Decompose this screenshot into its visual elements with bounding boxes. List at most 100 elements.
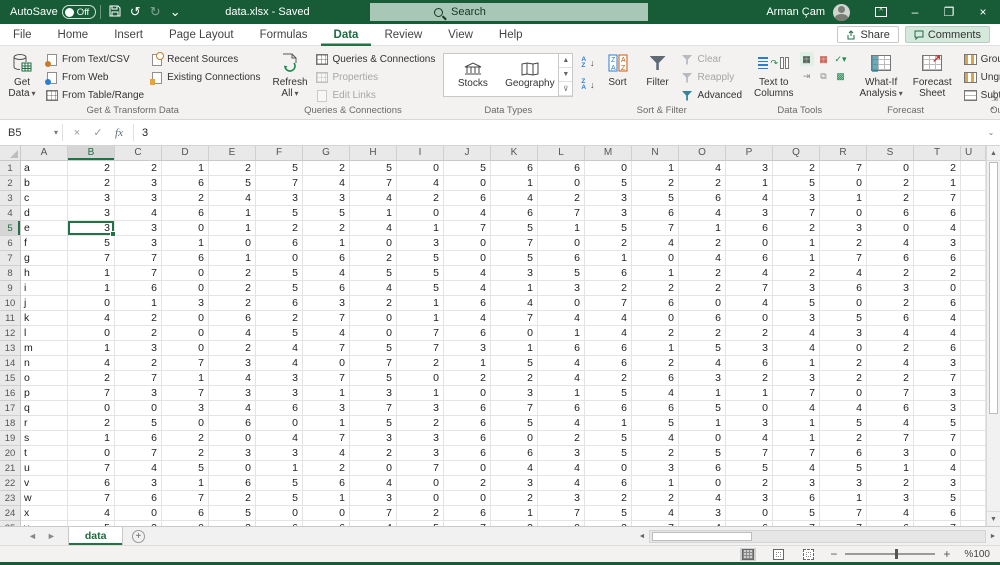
cell-S16[interactable]: 7: [867, 386, 914, 401]
cell-I7[interactable]: 5: [397, 251, 444, 266]
cell-D3[interactable]: 2: [162, 191, 209, 206]
zoom-slider-thumb[interactable]: [894, 549, 898, 559]
cell-C14[interactable]: 2: [115, 356, 162, 371]
name-box[interactable]: B5 ▾: [0, 120, 62, 145]
cell-B3[interactable]: 3: [68, 191, 115, 206]
new-sheet-button[interactable]: +: [123, 527, 153, 545]
cell-C15[interactable]: 7: [115, 371, 162, 386]
manage-data-model-icon[interactable]: ▩: [834, 69, 848, 83]
cell-A24[interactable]: x: [21, 506, 68, 521]
cell-D12[interactable]: 0: [162, 326, 209, 341]
cell-J17[interactable]: 6: [444, 401, 491, 416]
cell-R11[interactable]: 5: [820, 311, 867, 326]
cell-Q12[interactable]: 4: [773, 326, 820, 341]
cell-N8[interactable]: 1: [632, 266, 679, 281]
expand-formula-bar-icon[interactable]: ⌄: [982, 120, 1000, 145]
cell-R12[interactable]: 3: [820, 326, 867, 341]
cell-G16[interactable]: 1: [303, 386, 350, 401]
cell-Q19[interactable]: 1: [773, 431, 820, 446]
cell-P2[interactable]: 1: [726, 176, 773, 191]
cell-U5[interactable]: [961, 221, 986, 236]
cell-S18[interactable]: 4: [867, 416, 914, 431]
recent-sources-button[interactable]: Recent Sources: [148, 51, 262, 68]
cell-U7[interactable]: [961, 251, 986, 266]
cell-F19[interactable]: 4: [256, 431, 303, 446]
cell-K3[interactable]: 4: [491, 191, 538, 206]
cell-D7[interactable]: 6: [162, 251, 209, 266]
column-header-L[interactable]: L: [538, 146, 585, 161]
restore-icon[interactable]: ❐: [932, 0, 966, 24]
cell-F21[interactable]: 1: [256, 461, 303, 476]
row-header-16[interactable]: 16: [0, 386, 21, 401]
cell-C7[interactable]: 7: [115, 251, 162, 266]
cell-J3[interactable]: 6: [444, 191, 491, 206]
cell-S17[interactable]: 6: [867, 401, 914, 416]
cell-G22[interactable]: 6: [303, 476, 350, 491]
cell-G24[interactable]: 0: [303, 506, 350, 521]
cell-O10[interactable]: 0: [679, 296, 726, 311]
cell-L9[interactable]: 3: [538, 281, 585, 296]
cell-E24[interactable]: 5: [209, 506, 256, 521]
cell-F14[interactable]: 4: [256, 356, 303, 371]
cell-K14[interactable]: 5: [491, 356, 538, 371]
cell-D18[interactable]: 0: [162, 416, 209, 431]
cell-L2[interactable]: 0: [538, 176, 585, 191]
cell-Q14[interactable]: 1: [773, 356, 820, 371]
cell-R23[interactable]: 1: [820, 491, 867, 506]
cell-K8[interactable]: 3: [491, 266, 538, 281]
row-header-20[interactable]: 20: [0, 446, 21, 461]
cell-E19[interactable]: 0: [209, 431, 256, 446]
normal-view-button[interactable]: [740, 547, 757, 561]
row-header-13[interactable]: 13: [0, 341, 21, 356]
cell-B13[interactable]: 1: [68, 341, 115, 356]
gallery-more-icon[interactable]: ⊽: [559, 82, 573, 96]
cell-A8[interactable]: h: [21, 266, 68, 281]
cell-H16[interactable]: 3: [350, 386, 397, 401]
cell-T16[interactable]: 3: [914, 386, 961, 401]
geography-button[interactable]: Geography: [501, 54, 558, 96]
user-name[interactable]: Arman Çam: [766, 6, 825, 18]
cell-C5[interactable]: 3: [115, 221, 162, 236]
row-header-1[interactable]: 1: [0, 161, 21, 176]
minimize-icon[interactable]: –: [898, 0, 932, 24]
cell-E1[interactable]: 2: [209, 161, 256, 176]
tab-view[interactable]: View: [435, 24, 486, 46]
what-if-analysis-button[interactable]: What-If Analysis ▾: [856, 49, 907, 101]
cell-S4[interactable]: 6: [867, 206, 914, 221]
cell-U3[interactable]: [961, 191, 986, 206]
cell-B21[interactable]: 7: [68, 461, 115, 476]
cell-A20[interactable]: t: [21, 446, 68, 461]
zoom-level[interactable]: %100: [964, 549, 990, 560]
cell-C13[interactable]: 3: [115, 341, 162, 356]
cell-P3[interactable]: 4: [726, 191, 773, 206]
cell-Q9[interactable]: 3: [773, 281, 820, 296]
cell-Q18[interactable]: 1: [773, 416, 820, 431]
cell-Q5[interactable]: 2: [773, 221, 820, 236]
cell-O15[interactable]: 3: [679, 371, 726, 386]
cell-E12[interactable]: 4: [209, 326, 256, 341]
cell-O9[interactable]: 2: [679, 281, 726, 296]
cell-J24[interactable]: 6: [444, 506, 491, 521]
cell-G20[interactable]: 4: [303, 446, 350, 461]
cell-M22[interactable]: 6: [585, 476, 632, 491]
ungroup-button[interactable]: Ungroup▾: [962, 69, 1000, 86]
cell-R2[interactable]: 0: [820, 176, 867, 191]
cell-D2[interactable]: 6: [162, 176, 209, 191]
cell-T11[interactable]: 4: [914, 311, 961, 326]
cell-S21[interactable]: 1: [867, 461, 914, 476]
row-header-6[interactable]: 6: [0, 236, 21, 251]
column-header-S[interactable]: S: [867, 146, 914, 161]
sheet-prev-icon[interactable]: ◄: [28, 531, 37, 541]
existing-connections-button[interactable]: Existing Connections: [148, 69, 262, 86]
cell-H24[interactable]: 7: [350, 506, 397, 521]
cell-I12[interactable]: 7: [397, 326, 444, 341]
cell-K6[interactable]: 7: [491, 236, 538, 251]
cell-G23[interactable]: 1: [303, 491, 350, 506]
cell-B22[interactable]: 6: [68, 476, 115, 491]
share-button[interactable]: Share: [837, 26, 899, 43]
cell-B5[interactable]: 3: [68, 221, 116, 237]
cell-J6[interactable]: 0: [444, 236, 491, 251]
cell-H21[interactable]: 0: [350, 461, 397, 476]
cell-C8[interactable]: 7: [115, 266, 162, 281]
cell-M17[interactable]: 6: [585, 401, 632, 416]
